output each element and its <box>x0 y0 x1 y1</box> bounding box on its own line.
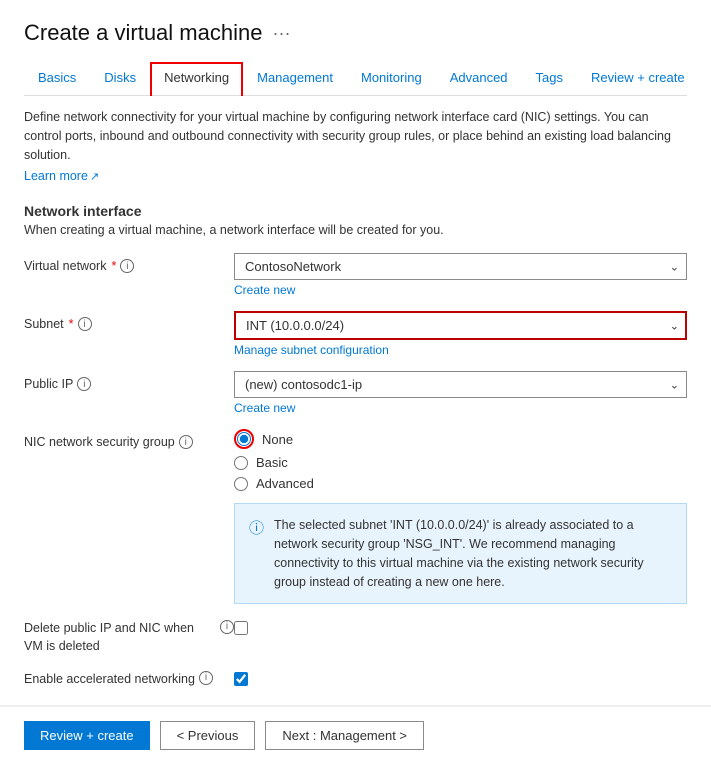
accelerated-networking-info-icon[interactable]: i <box>199 671 213 685</box>
tab-disks[interactable]: Disks <box>90 62 150 95</box>
nic-nsg-none-radio[interactable] <box>237 432 251 446</box>
accelerated-networking-label: Enable accelerated networking i <box>24 669 234 689</box>
virtual-network-select-wrapper: ContosoNetwork ⌄ <box>234 253 687 280</box>
tab-bar: Basics Disks Networking Management Monit… <box>24 62 687 96</box>
delete-public-ip-checkbox[interactable] <box>234 621 248 635</box>
required-marker: * <box>69 317 74 331</box>
public-ip-label: Public IP i <box>24 371 234 391</box>
footer: Review + create < Previous Next : Manage… <box>0 706 711 764</box>
page-title-dots: ··· <box>272 23 290 44</box>
learn-more-link[interactable]: Learn more ↗ <box>24 169 99 183</box>
virtual-network-control: ContosoNetwork ⌄ Create new <box>234 253 687 297</box>
tab-monitoring[interactable]: Monitoring <box>347 62 436 95</box>
subnet-manage-link[interactable]: Manage subnet configuration <box>234 343 389 357</box>
next-button[interactable]: Next : Management > <box>265 721 424 750</box>
tab-basics[interactable]: Basics <box>24 62 90 95</box>
review-create-button[interactable]: Review + create <box>24 721 150 750</box>
nic-nsg-basic-radio[interactable] <box>234 456 248 470</box>
public-ip-row: Public IP i (new) contosodc1-ip ⌄ Create… <box>24 371 687 415</box>
section-title: Network interface <box>24 203 687 219</box>
subnet-info-icon[interactable]: i <box>78 317 92 331</box>
subnet-label: Subnet * i <box>24 311 234 331</box>
nic-nsg-label: NIC network security group i <box>24 429 234 449</box>
tab-networking[interactable]: Networking <box>150 62 243 96</box>
delete-ip-info-icon[interactable]: i <box>220 620 234 634</box>
subnet-select[interactable]: INT (10.0.0.0/24) <box>234 311 687 340</box>
virtual-network-create-new-link[interactable]: Create new <box>234 283 295 297</box>
virtual-network-label: Virtual network * i <box>24 253 234 273</box>
accelerated-networking-checkbox[interactable] <box>234 672 248 686</box>
subnet-row: Subnet * i INT (10.0.0.0/24) ⌄ Manage su… <box>24 311 687 357</box>
public-ip-select-wrapper: (new) contosodc1-ip ⌄ <box>234 371 687 398</box>
nic-nsg-basic-option[interactable]: Basic <box>234 455 687 470</box>
tab-advanced[interactable]: Advanced <box>436 62 522 95</box>
nic-nsg-radio-group: None Basic Advanced <box>234 429 687 491</box>
nsg-info-box: ⓘ The selected subnet 'INT (10.0.0.0/24)… <box>234 503 687 604</box>
public-ip-create-new-link[interactable]: Create new <box>234 401 295 415</box>
required-marker: * <box>111 259 116 273</box>
nic-nsg-advanced-option[interactable]: Advanced <box>234 476 687 491</box>
tab-tags[interactable]: Tags <box>522 62 577 95</box>
virtual-network-info-icon[interactable]: i <box>120 259 134 273</box>
virtual-network-select[interactable]: ContosoNetwork <box>234 253 687 280</box>
external-link-icon: ↗ <box>90 170 99 183</box>
subnet-select-wrapper: INT (10.0.0.0/24) ⌄ <box>234 311 687 340</box>
accelerated-networking-row: Enable accelerated networking i <box>24 669 687 689</box>
public-ip-info-icon[interactable]: i <box>77 377 91 391</box>
nic-nsg-row: NIC network security group i None Basic … <box>24 429 687 604</box>
section-description: When creating a virtual machine, a netwo… <box>24 223 687 237</box>
nic-nsg-control: None Basic Advanced ⓘ The selected subne… <box>234 429 687 604</box>
public-ip-select[interactable]: (new) contosodc1-ip <box>234 371 687 398</box>
page-title: Create a virtual machine ··· <box>24 20 687 46</box>
delete-public-ip-label: Delete public IP and NIC when VM is dele… <box>24 618 234 655</box>
networking-description: Define network connectivity for your vir… <box>24 108 687 164</box>
delete-public-ip-control <box>234 618 248 635</box>
delete-public-ip-row: Delete public IP and NIC when VM is dele… <box>24 618 687 655</box>
nic-nsg-none-option[interactable]: None <box>234 429 687 449</box>
virtual-network-row: Virtual network * i ContosoNetwork ⌄ Cre… <box>24 253 687 297</box>
tab-review-create[interactable]: Review + create <box>577 62 699 95</box>
public-ip-control: (new) contosodc1-ip ⌄ Create new <box>234 371 687 415</box>
accelerated-networking-control <box>234 669 248 686</box>
info-circle-icon: ⓘ <box>249 517 264 591</box>
previous-button[interactable]: < Previous <box>160 721 256 750</box>
nic-nsg-advanced-radio[interactable] <box>234 477 248 491</box>
nic-nsg-info-icon[interactable]: i <box>179 435 193 449</box>
subnet-control: INT (10.0.0.0/24) ⌄ Manage subnet config… <box>234 311 687 357</box>
tab-management[interactable]: Management <box>243 62 347 95</box>
